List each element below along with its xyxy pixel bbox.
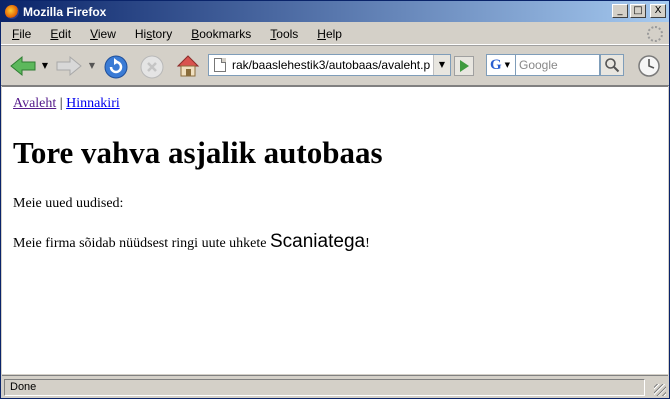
nav-separator: |: [59, 96, 63, 111]
reload-icon: [104, 55, 128, 79]
firefox-logo-icon: [5, 4, 19, 19]
clock-icon: [638, 55, 660, 77]
forward-history-dropdown[interactable]: ▼: [88, 60, 96, 70]
stop-button[interactable]: [139, 54, 165, 80]
menu-view[interactable]: View: [79, 27, 124, 41]
window-controls: _ □ X: [612, 4, 666, 18]
go-arrow-icon: [454, 56, 474, 76]
stop-icon: [140, 55, 164, 79]
page-content: Avaleht | Hinnakiri Tore vahva asjalik a…: [2, 86, 668, 374]
menu-tools[interactable]: Tools: [259, 27, 306, 41]
back-history-dropdown[interactable]: ▼: [41, 60, 49, 70]
menu-history[interactable]: History: [124, 27, 180, 41]
google-logo-icon: G: [490, 56, 502, 73]
url-bar[interactable]: rak/baaslehestik3/autobaas/avaleht.php ▼: [208, 54, 451, 76]
home-button[interactable]: [175, 53, 201, 79]
resize-grip-icon[interactable]: [654, 384, 666, 396]
clock-button[interactable]: [637, 54, 661, 78]
page-title: Tore vahva asjalik autobaas: [13, 135, 383, 170]
news-item: Meie firma sõidab nüüdsest ringi uute uh…: [13, 231, 370, 253]
chevron-down-icon: ▼: [504, 61, 511, 69]
menu-edit[interactable]: Edit: [39, 27, 79, 41]
status-text: Done: [4, 378, 645, 396]
news-heading: Meie uued uudised:: [13, 196, 124, 211]
page-icon: [214, 58, 226, 72]
magnifier-icon: [605, 58, 620, 73]
news-text: Meie firma sõidab nüüdsest ringi uute uh…: [13, 236, 267, 251]
forward-button[interactable]: [55, 55, 83, 77]
go-button[interactable]: [454, 56, 474, 76]
url-history-dropdown[interactable]: ▼: [433, 55, 450, 75]
throbber-icon: [647, 26, 663, 42]
search-engine-selector[interactable]: G ▼: [486, 54, 516, 76]
maximize-button[interactable]: □: [630, 4, 646, 18]
close-button[interactable]: X: [650, 4, 666, 18]
nav-link-avaleht[interactable]: Avaleht: [13, 96, 56, 111]
browser-window: Mozilla Firefox _ □ X File Edit View His…: [0, 0, 670, 399]
news-suffix: !: [365, 236, 370, 251]
reload-button[interactable]: [103, 54, 129, 80]
home-icon: [176, 55, 200, 77]
menu-help[interactable]: Help: [306, 27, 350, 41]
news-highlight: Scaniatega: [270, 231, 366, 252]
url-input[interactable]: rak/baaslehestik3/autobaas/avaleht.php: [232, 58, 430, 72]
menu-file[interactable]: File: [1, 27, 39, 41]
forward-arrow-icon: [56, 55, 82, 77]
back-arrow-icon: [10, 55, 36, 77]
nav-link-hinnakiri[interactable]: Hinnakiri: [66, 96, 120, 111]
navigation-toolbar: ▼ ▼ rak/baaslehestik3/autobaas/avaleht.p…: [1, 45, 669, 86]
search-button[interactable]: [600, 54, 624, 76]
status-bar: Done: [2, 375, 668, 398]
menu-bar: File Edit View History Bookmarks Tools H…: [1, 23, 669, 45]
back-button[interactable]: [9, 55, 37, 77]
menu-bookmarks[interactable]: Bookmarks: [180, 27, 259, 41]
minimize-button[interactable]: _: [612, 4, 628, 18]
window-title: Mozilla Firefox: [23, 4, 107, 19]
title-bar[interactable]: Mozilla Firefox _ □ X: [1, 1, 669, 22]
site-nav: Avaleht | Hinnakiri: [13, 96, 120, 112]
search-input[interactable]: Google: [516, 54, 600, 76]
